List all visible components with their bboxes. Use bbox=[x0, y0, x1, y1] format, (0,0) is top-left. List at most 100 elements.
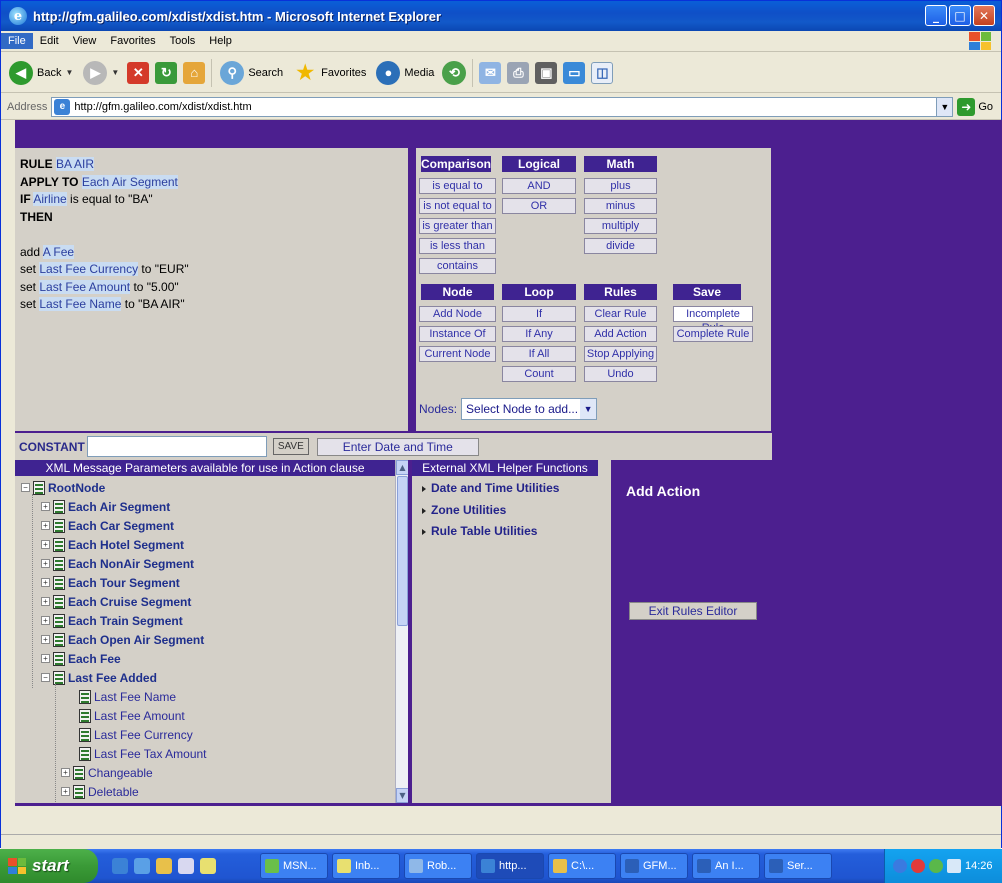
taskbar-item[interactable]: An I... bbox=[692, 853, 760, 879]
discuss-icon[interactable]: ▭ bbox=[563, 61, 586, 84]
collapse-icon[interactable]: − bbox=[41, 673, 50, 682]
collapse-icon[interactable]: − bbox=[21, 483, 30, 492]
menu-view[interactable]: View bbox=[66, 33, 104, 49]
tree-node[interactable]: + Deletable bbox=[61, 782, 139, 801]
taskbar-item[interactable]: GFM... bbox=[620, 853, 688, 879]
favorites-button[interactable]: ★ Favorites bbox=[291, 59, 368, 87]
if-any-button[interactable]: If Any bbox=[502, 326, 576, 342]
is-greater-than-button[interactable]: is greater than bbox=[419, 218, 496, 234]
expand-icon[interactable]: + bbox=[61, 768, 70, 777]
minus-button[interactable]: minus bbox=[584, 198, 657, 214]
address-input[interactable]: e http://gfm.galileo.com/xdist/xdist.htm… bbox=[51, 96, 954, 117]
tree-leaf[interactable]: Last Fee Amount bbox=[79, 706, 185, 725]
rule-line[interactable]: set Last Fee Amount to "5.00" bbox=[20, 279, 403, 297]
incomplete-rule-button[interactable]: Incomplete Rule bbox=[673, 306, 753, 334]
add-node-button[interactable]: Add Node bbox=[419, 306, 496, 322]
tree-node[interactable]: + Each NonAir Segment bbox=[41, 554, 194, 573]
rule-line[interactable]: set Last Fee Currency to "EUR" bbox=[20, 261, 403, 279]
expand-icon[interactable]: + bbox=[41, 521, 50, 530]
mail-icon[interactable]: ✉ bbox=[479, 61, 502, 84]
rule-line[interactable]: set Last Fee Name to "BA AIR" bbox=[20, 296, 403, 314]
expand-icon[interactable]: + bbox=[41, 635, 50, 644]
tree-node[interactable]: + Each Fee bbox=[41, 649, 121, 668]
scroll-thumb[interactable] bbox=[397, 476, 408, 626]
security-icon[interactable] bbox=[911, 859, 925, 873]
current-node-button[interactable]: Current Node bbox=[419, 346, 496, 362]
ie-icon[interactable] bbox=[112, 858, 128, 874]
taskbar-item[interactable]: MSN... bbox=[260, 853, 328, 879]
constant-input[interactable] bbox=[86, 436, 267, 457]
chevron-down-icon[interactable]: ▼ bbox=[580, 399, 597, 419]
back-button[interactable]: ◀ Back ▼ bbox=[7, 59, 75, 87]
date-time-utilities-link[interactable]: Date and Time Utilities bbox=[422, 481, 559, 495]
contains-button[interactable]: contains bbox=[419, 258, 496, 274]
tree-node[interactable]: + Each Cruise Segment bbox=[41, 592, 191, 611]
taskbar-item[interactable]: Rob... bbox=[404, 853, 472, 879]
maximize-button[interactable]: □ bbox=[949, 5, 971, 26]
plus-button[interactable]: plus bbox=[584, 178, 657, 194]
taskbar-item[interactable]: Inb... bbox=[332, 853, 400, 879]
scroll-up-icon[interactable]: ▲ bbox=[396, 460, 408, 475]
undo-button[interactable]: Undo bbox=[584, 366, 657, 382]
expand-icon[interactable]: + bbox=[41, 559, 50, 568]
expand-icon[interactable]: + bbox=[61, 787, 70, 796]
and-button[interactable]: AND bbox=[502, 178, 576, 194]
network-icon[interactable] bbox=[929, 859, 943, 873]
folder-icon[interactable] bbox=[156, 858, 172, 874]
menu-favorites[interactable]: Favorites bbox=[103, 33, 162, 49]
refresh-icon[interactable]: ↻ bbox=[155, 61, 178, 84]
chevron-down-icon[interactable]: ▼ bbox=[936, 97, 953, 116]
multiply-button[interactable]: multiply bbox=[584, 218, 657, 234]
search-button[interactable]: ⚲ Search bbox=[218, 59, 285, 87]
tree-scrollbar[interactable]: ▲ ▼ bbox=[395, 460, 408, 803]
tree-node[interactable]: + Changeable bbox=[61, 763, 153, 782]
count-button[interactable]: Count bbox=[502, 366, 576, 382]
rule-line[interactable]: add A Fee bbox=[20, 244, 403, 262]
scroll-down-icon[interactable]: ▼ bbox=[396, 788, 408, 803]
expand-icon[interactable]: + bbox=[41, 502, 50, 511]
stop-icon[interactable]: ✕ bbox=[127, 61, 150, 84]
back-icon[interactable] bbox=[893, 859, 907, 873]
start-button[interactable]: start bbox=[0, 849, 98, 883]
go-button[interactable]: ➜ Go bbox=[957, 97, 993, 116]
menu-file[interactable]: File bbox=[1, 33, 33, 49]
rule-line[interactable]: IF Airline is equal to "BA" bbox=[20, 191, 403, 209]
zone-utilities-link[interactable]: Zone Utilities bbox=[422, 503, 506, 517]
stop-applying-button[interactable]: Stop Applying bbox=[584, 346, 657, 362]
nodes-select[interactable]: Select Node to add... ▼ bbox=[461, 398, 598, 420]
complete-rule-button[interactable]: Complete Rule bbox=[673, 326, 753, 342]
menu-tools[interactable]: Tools bbox=[163, 33, 203, 49]
minimize-button[interactable]: _ bbox=[925, 5, 947, 26]
messenger-icon[interactable]: ◫ bbox=[591, 61, 614, 84]
close-button[interactable]: ✕ bbox=[973, 5, 995, 26]
menu-help[interactable]: Help bbox=[202, 33, 239, 49]
expand-icon[interactable]: + bbox=[41, 540, 50, 549]
tree-node[interactable]: + Each Car Segment bbox=[41, 516, 174, 535]
save-constant-button[interactable]: SAVE bbox=[272, 438, 309, 455]
exit-rules-editor-button[interactable]: Exit Rules Editor bbox=[629, 602, 757, 620]
add-action-button[interactable]: Add Action bbox=[584, 326, 657, 342]
clear-rule-button[interactable]: Clear Rule bbox=[584, 306, 657, 322]
expand-icon[interactable]: + bbox=[41, 597, 50, 606]
rule-line[interactable]: APPLY TO Each Air Segment bbox=[20, 174, 403, 192]
taskbar-item-active[interactable]: http... bbox=[476, 853, 544, 879]
tree-node[interactable]: + Each Train Segment bbox=[41, 611, 183, 630]
chevron-down-icon[interactable]: ▼ bbox=[65, 68, 73, 77]
history-icon[interactable]: ⟲ bbox=[442, 60, 467, 85]
expand-icon[interactable]: + bbox=[41, 578, 50, 587]
rule-table-utilities-link[interactable]: Rule Table Utilities bbox=[422, 524, 537, 538]
print-icon[interactable]: ⎙ bbox=[507, 61, 530, 84]
tree-node[interactable]: + Each Air Segment bbox=[41, 497, 170, 516]
is-less-than-button[interactable]: is less than bbox=[419, 238, 496, 254]
forward-button[interactable]: ▶ ▼ bbox=[81, 59, 121, 87]
taskbar-item[interactable]: Ser... bbox=[764, 853, 832, 879]
chevron-down-icon[interactable]: ▼ bbox=[111, 68, 119, 77]
rule-line[interactable]: THEN bbox=[20, 209, 403, 227]
tree-node[interactable]: + Each Hotel Segment bbox=[41, 535, 184, 554]
outlook-icon[interactable] bbox=[200, 858, 216, 874]
is-equal-to-button[interactable]: is equal to bbox=[419, 178, 496, 194]
tree-leaf[interactable]: Last Fee Name bbox=[79, 687, 176, 706]
expand-icon[interactable]: + bbox=[41, 654, 50, 663]
instance-of-button[interactable]: Instance Of bbox=[419, 326, 496, 342]
is-not-equal-to-button[interactable]: is not equal to bbox=[419, 198, 496, 214]
